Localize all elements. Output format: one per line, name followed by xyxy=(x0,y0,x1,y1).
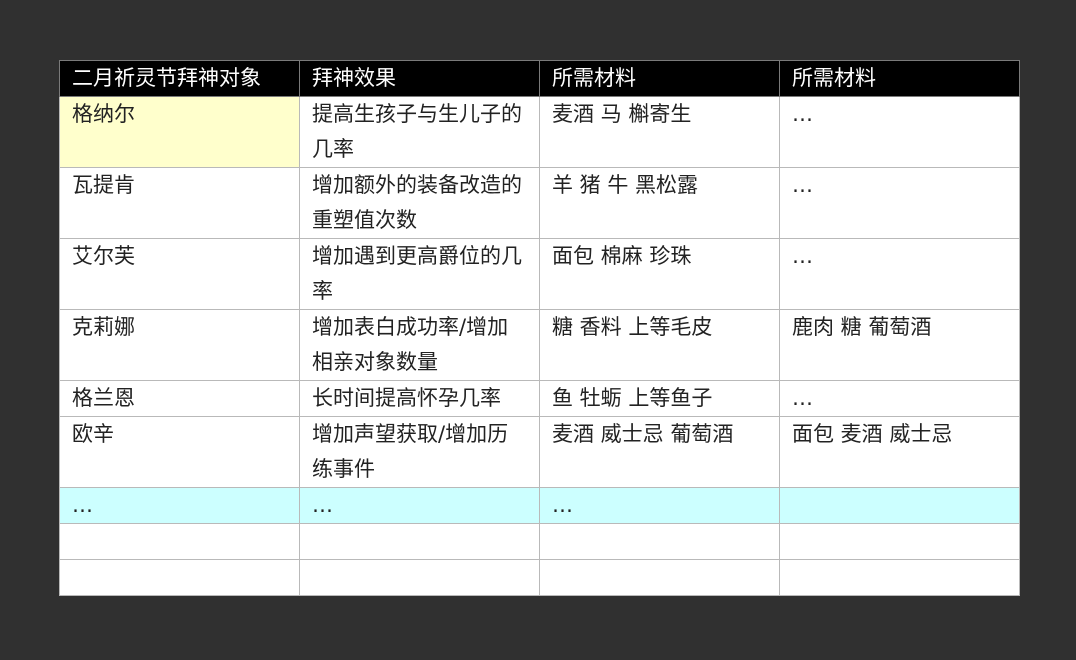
table-row: 格兰恩 长时间提高怀孕几率 鱼 牡蛎 上等鱼子 … xyxy=(59,380,1020,417)
table-cell[interactable]: 麦酒 马 槲寄生 xyxy=(539,96,780,168)
table-row: 格纳尔 提高生孩子与生儿子的几率 麦酒 马 槲寄生 … xyxy=(59,96,1020,168)
table-cell[interactable]: … xyxy=(779,167,1020,239)
table-cell[interactable] xyxy=(779,487,1020,524)
worship-table: 二月祈灵节拜神对象 拜神效果 所需材料 所需材料 格纳尔 提高生孩子与生儿子的几… xyxy=(59,60,1020,596)
table-cell[interactable]: 增加遇到更高爵位的几率 xyxy=(299,238,540,310)
header-cell[interactable]: 拜神效果 xyxy=(299,60,540,97)
table-cell[interactable]: 增加声望获取/增加历练事件 xyxy=(299,416,540,488)
table-cell[interactable]: 面包 棉麻 珍珠 xyxy=(539,238,780,310)
table-cell[interactable] xyxy=(539,523,780,560)
table-row: 克莉娜 增加表白成功率/增加相亲对象数量 糖 香料 上等毛皮 鹿肉 糖 葡萄酒 xyxy=(59,309,1020,381)
table-cell[interactable]: 羊 猪 牛 黑松露 xyxy=(539,167,780,239)
table-row xyxy=(59,523,1020,560)
table-cell[interactable]: 长时间提高怀孕几率 xyxy=(299,380,540,417)
table-cell[interactable]: … xyxy=(539,487,780,524)
header-cell[interactable]: 二月祈灵节拜神对象 xyxy=(59,60,300,97)
table-cell[interactable]: 艾尔芙 xyxy=(59,238,300,310)
table-cell[interactable]: 麦酒 威士忌 葡萄酒 xyxy=(539,416,780,488)
table-cell[interactable]: … xyxy=(779,380,1020,417)
table-cell[interactable]: 提高生孩子与生儿子的几率 xyxy=(299,96,540,168)
table-cell[interactable] xyxy=(59,523,300,560)
table-row: 瓦提肯 增加额外的装备改造的重塑值次数 羊 猪 牛 黑松露 … xyxy=(59,167,1020,239)
table-cell[interactable] xyxy=(779,523,1020,560)
table-cell[interactable]: 糖 香料 上等毛皮 xyxy=(539,309,780,381)
header-cell[interactable]: 所需材料 xyxy=(779,60,1020,97)
table-cell[interactable]: 鱼 牡蛎 上等鱼子 xyxy=(539,380,780,417)
spreadsheet: 二月祈灵节拜神对象 拜神效果 所需材料 所需材料 格纳尔 提高生孩子与生儿子的几… xyxy=(59,60,1020,596)
table-row: 欧辛 增加声望获取/增加历练事件 麦酒 威士忌 葡萄酒 面包 麦酒 威士忌 xyxy=(59,416,1020,488)
table-cell[interactable] xyxy=(539,559,780,596)
table-cell[interactable]: 面包 麦酒 威士忌 xyxy=(779,416,1020,488)
table-cell[interactable]: 增加表白成功率/增加相亲对象数量 xyxy=(299,309,540,381)
table-cell[interactable] xyxy=(299,559,540,596)
header-cell[interactable]: 所需材料 xyxy=(539,60,780,97)
table-cell[interactable]: 欧辛 xyxy=(59,416,300,488)
table-row xyxy=(59,559,1020,596)
table-cell[interactable]: 克莉娜 xyxy=(59,309,300,381)
table-cell[interactable]: … xyxy=(779,238,1020,310)
table-cell[interactable] xyxy=(299,523,540,560)
table-cell[interactable]: … xyxy=(299,487,540,524)
table-cell[interactable]: 格兰恩 xyxy=(59,380,300,417)
table-cell[interactable] xyxy=(59,559,300,596)
table-cell[interactable]: 瓦提肯 xyxy=(59,167,300,239)
table-row: 艾尔芙 增加遇到更高爵位的几率 面包 棉麻 珍珠 … xyxy=(59,238,1020,310)
table-cell[interactable] xyxy=(779,559,1020,596)
table-cell[interactable]: 增加额外的装备改造的重塑值次数 xyxy=(299,167,540,239)
table-row: … … … xyxy=(59,487,1020,524)
table-cell[interactable]: … xyxy=(779,96,1020,168)
table-cell[interactable]: 格纳尔 xyxy=(59,96,300,168)
table-cell[interactable]: 鹿肉 糖 葡萄酒 xyxy=(779,309,1020,381)
header-row: 二月祈灵节拜神对象 拜神效果 所需材料 所需材料 xyxy=(59,60,1020,97)
table-cell[interactable]: … xyxy=(59,487,300,524)
